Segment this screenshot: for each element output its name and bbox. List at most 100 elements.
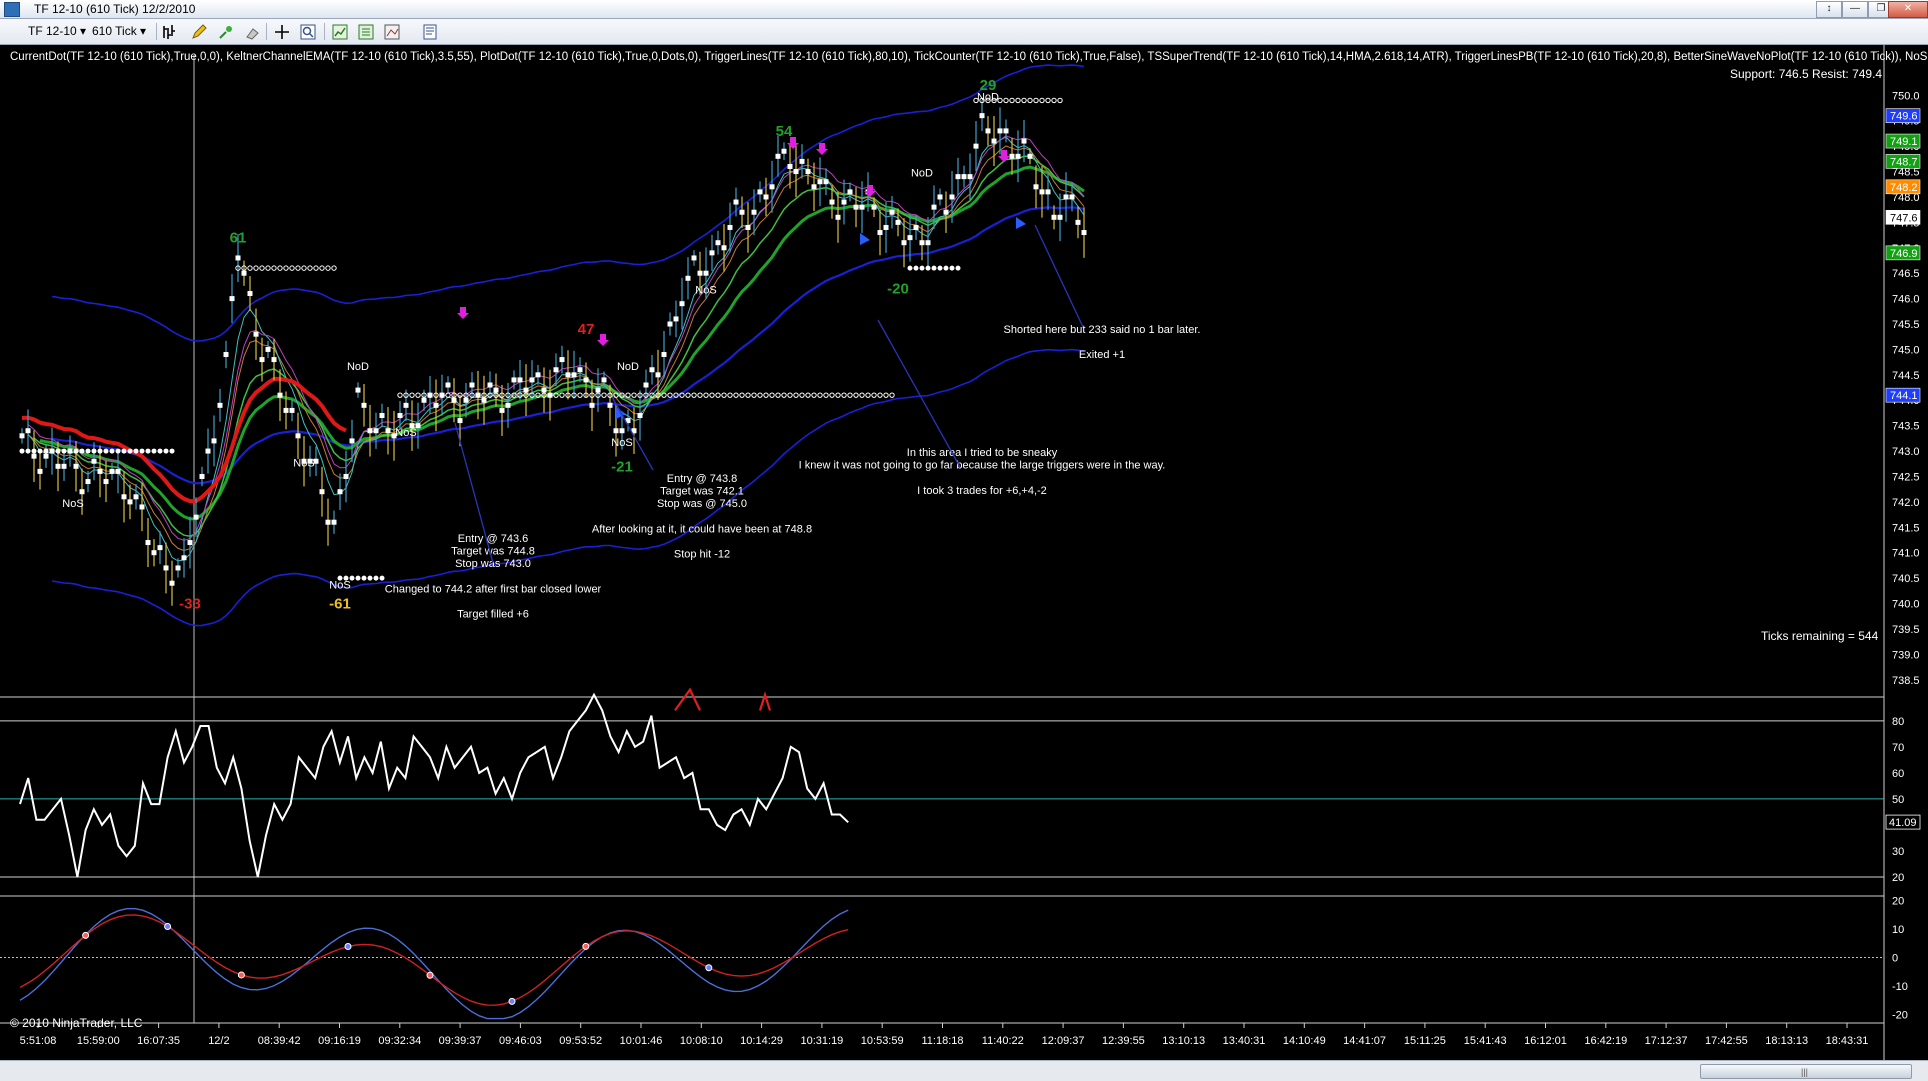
close-dot bbox=[577, 367, 583, 373]
close-dot bbox=[61, 463, 67, 469]
level-dot bbox=[133, 448, 139, 454]
close-dot bbox=[637, 412, 643, 418]
close-dot bbox=[535, 372, 541, 378]
keltner-upper-band bbox=[51, 64, 1085, 342]
eraser-icon[interactable] bbox=[242, 22, 260, 40]
close-dot bbox=[649, 367, 655, 373]
time-tick-label: 5:51:08 bbox=[20, 1035, 57, 1047]
level-dot bbox=[1015, 97, 1021, 104]
close-dot bbox=[691, 255, 697, 261]
price-tick-label: 740.0 bbox=[1892, 599, 1920, 611]
horizontal-scrollbar[interactable]: ||| bbox=[0, 1060, 1928, 1081]
time-tick-label: 09:16:19 bbox=[318, 1035, 361, 1047]
close-dot bbox=[895, 219, 901, 225]
crosshair-icon[interactable] bbox=[272, 22, 290, 40]
close-dot bbox=[193, 514, 199, 520]
price-tick-label: 741.0 bbox=[1892, 548, 1920, 560]
instrument-selector[interactable]: TF 12-10 ▾ bbox=[28, 22, 86, 40]
close-dot bbox=[985, 128, 991, 134]
close-dot bbox=[841, 199, 847, 205]
count-label: 29 bbox=[980, 77, 997, 94]
close-dot bbox=[907, 235, 913, 241]
close-dot bbox=[343, 473, 349, 479]
close-dot bbox=[319, 489, 325, 495]
signal-label: NoS bbox=[695, 285, 716, 297]
close-dot bbox=[775, 153, 781, 159]
annotation-arrow bbox=[1034, 224, 1084, 328]
level-dot bbox=[265, 265, 271, 271]
level-dot bbox=[73, 448, 79, 454]
level-dot bbox=[949, 265, 955, 271]
close-dot bbox=[661, 352, 667, 358]
close-dot bbox=[553, 367, 559, 373]
support-resist-label: Support: 746.5 Resist: 749.4 bbox=[1730, 67, 1882, 81]
close-dot bbox=[1015, 153, 1021, 159]
close-dot bbox=[979, 113, 985, 119]
close-dot bbox=[235, 255, 241, 261]
annotation-line: Target was 742.1 bbox=[660, 486, 744, 498]
time-tick-label: 14:10:49 bbox=[1283, 1035, 1326, 1047]
close-dot bbox=[511, 377, 517, 383]
minimize-button[interactable]: — bbox=[1842, 1, 1868, 18]
level-dot bbox=[727, 392, 733, 398]
restore-size-button[interactable]: ↕ bbox=[1816, 1, 1842, 18]
osc-tick-label: 20 bbox=[1892, 872, 1904, 884]
time-tick-label: 09:46:03 bbox=[499, 1035, 542, 1047]
price-badge-label: 749.1 bbox=[1890, 136, 1918, 148]
close-dot bbox=[211, 438, 217, 444]
close-dot bbox=[613, 428, 619, 434]
overbought-highlight bbox=[674, 687, 772, 712]
cross-dot bbox=[82, 931, 90, 939]
zoom-icon[interactable] bbox=[298, 22, 316, 40]
cross-dot bbox=[705, 964, 713, 972]
close-dot bbox=[727, 224, 733, 230]
close-button[interactable]: ✕ bbox=[1888, 1, 1928, 18]
add-icon[interactable] bbox=[216, 22, 234, 40]
close-dot bbox=[295, 433, 301, 439]
close-dot bbox=[223, 352, 229, 358]
level-dot bbox=[85, 448, 91, 454]
close-dot bbox=[241, 270, 247, 276]
close-dot bbox=[655, 372, 661, 378]
close-dot bbox=[523, 387, 529, 393]
annotation-line: Entry @ 743.8 bbox=[667, 473, 737, 485]
time-tick-label: 11:18:18 bbox=[921, 1035, 963, 1047]
time-tick-label: 15:59:00 bbox=[77, 1035, 120, 1047]
close-dot bbox=[607, 402, 613, 408]
level-dot bbox=[805, 392, 811, 398]
level-dot bbox=[667, 392, 673, 398]
annotation-line: Target was 744.8 bbox=[451, 546, 535, 558]
close-dot bbox=[121, 494, 127, 500]
level-dot bbox=[631, 392, 637, 398]
close-dot bbox=[361, 402, 367, 408]
close-dot bbox=[271, 357, 277, 363]
close-dot bbox=[265, 346, 271, 352]
bars-icon[interactable] bbox=[160, 22, 178, 40]
lead-sine-line bbox=[19, 914, 849, 1006]
cross-dot bbox=[237, 971, 245, 979]
scrollbar-thumb[interactable]: ||| bbox=[1700, 1064, 1912, 1079]
interval-selector[interactable]: 610 Tick ▾ bbox=[92, 22, 146, 40]
close-dot bbox=[1069, 194, 1075, 200]
close-dot bbox=[853, 204, 859, 210]
close-dot bbox=[493, 387, 499, 393]
draw-pencil-icon[interactable] bbox=[189, 22, 207, 40]
price-chart[interactable]: NoSNoSNoSNoSNoDNoSNoDNoSNoDNoD61-33 -6147… bbox=[0, 45, 1928, 1060]
sine-line bbox=[19, 907, 849, 1020]
chevron-down-icon: ▾ bbox=[80, 24, 87, 38]
level-dot bbox=[775, 392, 781, 398]
properties-icon[interactable] bbox=[420, 22, 438, 40]
draw-objects-icon[interactable] bbox=[382, 22, 400, 40]
level-dot bbox=[691, 392, 697, 398]
strategies-icon[interactable] bbox=[356, 22, 374, 40]
level-dot bbox=[313, 265, 319, 271]
level-dot bbox=[25, 448, 31, 454]
time-tick-label: 12:39:55 bbox=[1102, 1035, 1145, 1047]
price-tick-label: 742.5 bbox=[1892, 471, 1920, 483]
window-title: TF 12-10 (610 Tick) 12/2/2010 bbox=[34, 2, 196, 16]
level-dot bbox=[793, 392, 799, 398]
indicators-icon[interactable] bbox=[330, 22, 348, 40]
price-tick-label: 739.0 bbox=[1892, 649, 1920, 661]
level-dot bbox=[1039, 97, 1045, 104]
chart-panel[interactable]: NoS NoS NoS NoS NoD NoS NoD NoS NoD NoD 61 -33 -61 47… bbox=[0, 45, 1928, 1060]
